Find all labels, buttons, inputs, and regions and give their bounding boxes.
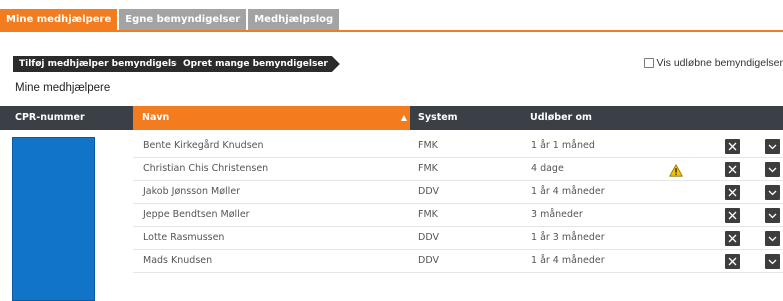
close-icon (728, 165, 737, 174)
column-header-navn-label: Navn (142, 112, 170, 123)
tab-divider (0, 30, 783, 32)
section-title: Mine medhjælpere (15, 82, 111, 94)
table-row[interactable]: Mads Knudsen DDV 1 år 4 måneder (0, 250, 783, 273)
row-menu-button[interactable] (765, 139, 780, 154)
delete-button[interactable] (725, 139, 740, 154)
cell-navn: Jakob Jønsson Møller (143, 186, 241, 197)
close-icon (728, 142, 737, 151)
table-row[interactable]: Jeppe Bendtsen Møller FMK 3 måneder (0, 204, 783, 227)
cell-system: DDV (418, 232, 439, 243)
close-icon (728, 211, 737, 220)
cell-system: FMK (418, 163, 438, 174)
cell-navn: Lotte Rasmussen (143, 232, 225, 243)
table-row[interactable]: Lotte Rasmussen DDV 1 år 3 måneder (0, 227, 783, 250)
tab-medhjaelpslog[interactable]: Medhjælpslog (248, 9, 340, 30)
row-menu-button[interactable] (765, 162, 780, 177)
chevron-down-icon (768, 144, 777, 150)
cell-navn: Christian Chis Christensen (143, 163, 269, 174)
add-helper-button[interactable]: Tilføj medhjælper bemyndigelser (13, 56, 199, 72)
table-header: CPR-nummer Navn ▲ ▼ System Udløber om (0, 106, 783, 146)
delete-button[interactable] (725, 162, 740, 177)
column-header-cpr[interactable]: CPR-nummer (15, 106, 85, 130)
warning-icon (669, 162, 683, 177)
table-row[interactable]: Jakob Jønsson Møller DDV 1 år 4 måneder (0, 181, 783, 204)
table-row[interactable]: Christian Chis Christensen FMK 4 dage (0, 158, 783, 181)
cell-navn: Mads Knudsen (143, 255, 213, 266)
cell-udlober: 4 dage (531, 163, 564, 174)
show-expired-label: Vis udløbne bemyndigelser (656, 57, 783, 69)
cell-system: FMK (418, 140, 438, 151)
cell-navn: Jeppe Bendtsen Møller (143, 209, 250, 220)
cell-udlober: 3 måneder (531, 209, 583, 220)
chevron-down-icon (768, 259, 777, 265)
row-menu-button[interactable] (765, 185, 780, 200)
table-row[interactable]: Bente Kirkegård Knudsen FMK 1 år 1 måned (0, 135, 783, 158)
row-menu-button[interactable] (765, 231, 780, 246)
row-menu-button[interactable] (765, 254, 780, 269)
cell-udlober: 1 år 4 måneder (531, 255, 605, 266)
cell-udlober: 1 år 1 måned (531, 140, 595, 151)
delete-button[interactable] (725, 231, 740, 246)
delete-button[interactable] (725, 185, 740, 200)
row-divider (133, 272, 783, 273)
column-header-navn[interactable]: Navn ▲ ▼ (133, 106, 410, 146)
row-menu-button[interactable] (765, 208, 780, 223)
cell-system: DDV (418, 255, 439, 266)
show-expired-toggle[interactable]: Vis udløbne bemyndigelser (643, 56, 783, 70)
column-header-udlober[interactable]: Udløber om (530, 106, 592, 130)
cell-udlober: 1 år 4 måneder (531, 186, 605, 197)
chevron-down-icon (768, 236, 777, 242)
chevron-down-icon (768, 190, 777, 196)
cell-system: DDV (418, 186, 439, 197)
create-many-button[interactable]: Opret mange bemyndigelser (177, 56, 340, 72)
cell-system: FMK (418, 209, 438, 220)
tab-egne-bemyndigelser[interactable]: Egne bemyndigelser (119, 9, 247, 30)
close-icon (728, 188, 737, 197)
delete-button[interactable] (725, 208, 740, 223)
delete-button[interactable] (725, 254, 740, 269)
cell-navn: Bente Kirkegård Knudsen (143, 140, 264, 151)
chevron-down-icon (768, 213, 777, 219)
show-expired-checkbox[interactable] (643, 58, 654, 68)
cell-udlober: 1 år 3 måneder (531, 232, 605, 243)
close-icon (728, 257, 737, 266)
chevron-down-icon (768, 167, 777, 173)
column-header-system[interactable]: System (418, 106, 458, 130)
tab-mine-medhjaelpere[interactable]: Mine medhjælpere (0, 9, 118, 30)
tab-bar: Mine medhjælpere Egne bemyndigelser Medh… (0, 9, 341, 30)
close-icon (728, 234, 737, 243)
